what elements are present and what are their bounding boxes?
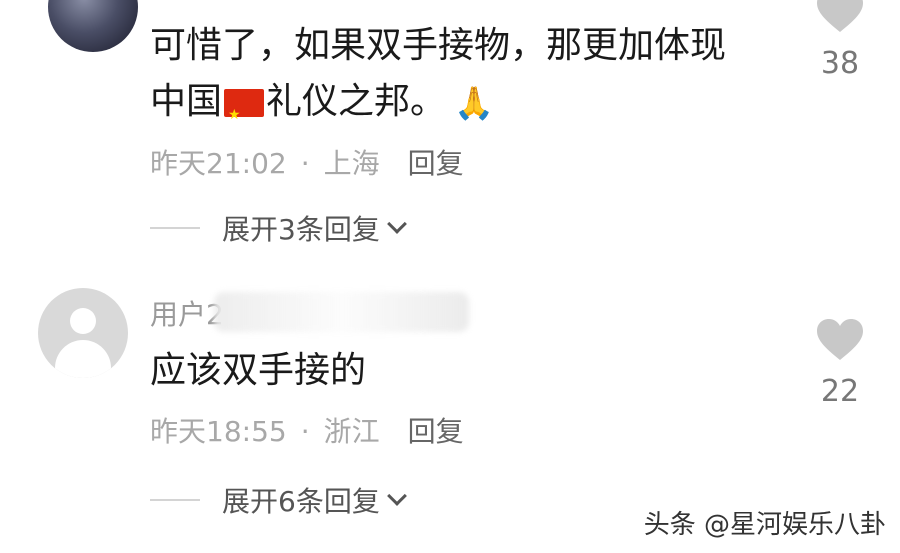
comment-text-line: 中国 — [150, 81, 223, 122]
like-button[interactable]: 38 — [810, 0, 870, 81]
divider-line — [150, 499, 200, 501]
expand-replies-label: 展开3条回复 — [222, 213, 380, 246]
china-flag-emoji — [224, 87, 265, 143]
comment-text: 应该双手接的 — [150, 350, 367, 391]
divider-line — [150, 227, 200, 229]
comment-time: 昨天18:55 — [150, 415, 287, 448]
like-count: 38 — [820, 46, 860, 81]
chevron-down-icon — [386, 486, 407, 506]
watermark: 头条 @星河娱乐八卦 — [643, 510, 886, 540]
comment-text-line: 礼仪之邦。 — [266, 81, 447, 122]
separator-dot: · — [300, 415, 310, 448]
comment-location: 上海 — [323, 147, 380, 180]
heart-icon — [817, 319, 863, 360]
avatar-head-shape — [70, 308, 96, 334]
heart-icon — [817, 0, 863, 32]
comment-meta: 昨天18:55 · 浙江 回复 — [150, 410, 464, 450]
comment-text: 可惜了，如果双手接物，那更加体现 中国 礼仪之邦。🙏 — [150, 18, 727, 143]
comment-meta: 昨天21:02 · 上海 回复 — [150, 142, 464, 182]
blurred-username-mask — [214, 292, 469, 332]
chevron-down-icon — [386, 214, 407, 234]
reply-button[interactable]: 回复 — [408, 415, 464, 448]
like-count: 22 — [820, 374, 860, 409]
reply-button[interactable]: 回复 — [408, 147, 464, 180]
expand-replies-button[interactable]: 展开6条回复 — [150, 480, 407, 520]
folded-hands-emoji: 🙏 — [454, 84, 494, 122]
username[interactable]: 用户2 — [150, 293, 224, 333]
avatar[interactable] — [48, 0, 138, 52]
expand-replies-button[interactable]: 展开3条回复 — [150, 208, 407, 248]
separator-dot: · — [300, 147, 310, 180]
avatar-body-shape — [55, 340, 111, 378]
avatar[interactable] — [38, 288, 128, 378]
like-button[interactable]: 22 — [810, 318, 870, 409]
expand-replies-label: 展开6条回复 — [222, 485, 380, 518]
comment-location: 浙江 — [323, 415, 380, 448]
comment-text-line: 可惜了，如果双手接物，那更加体现 — [150, 25, 727, 66]
comment-time: 昨天21:02 — [150, 147, 287, 180]
